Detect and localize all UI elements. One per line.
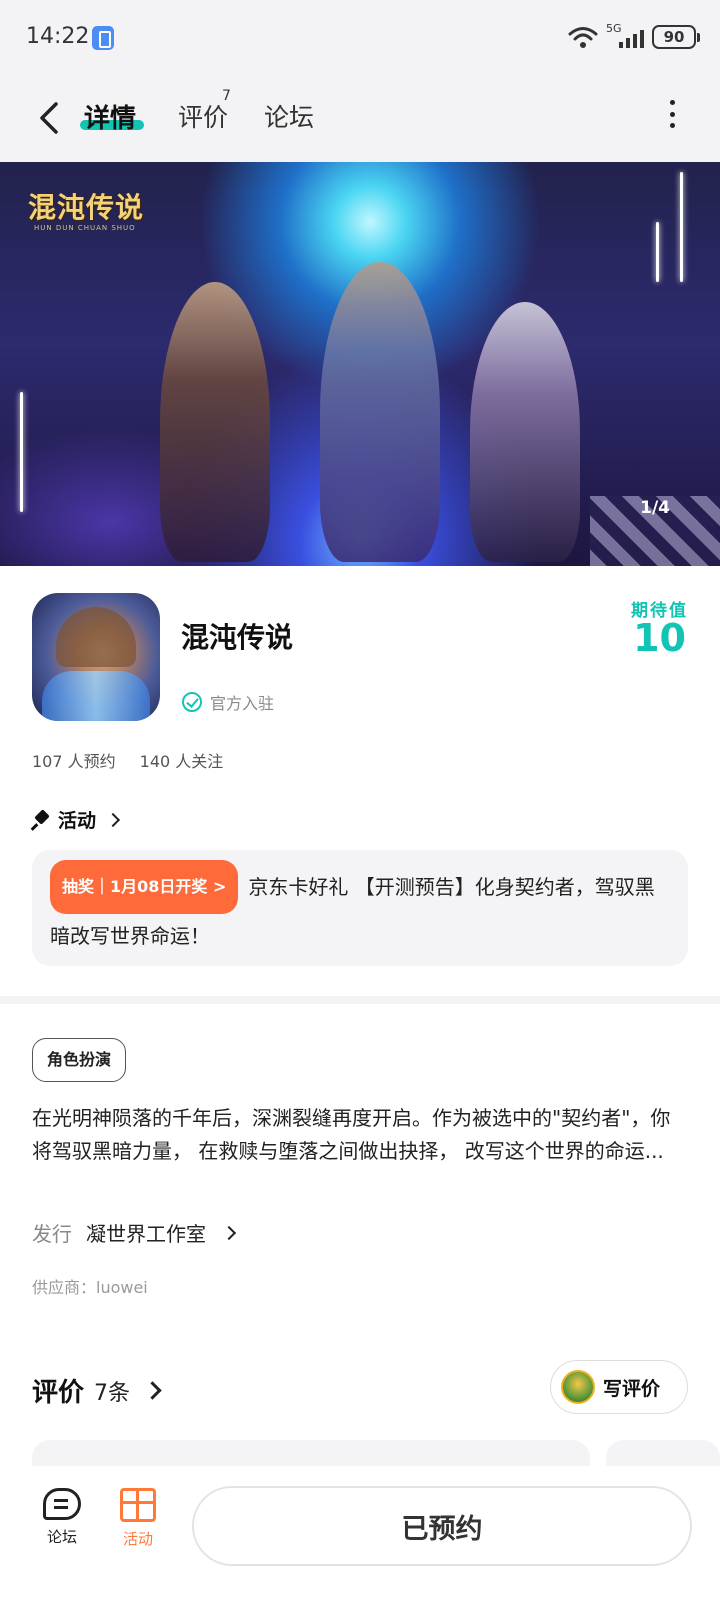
reviews-count: 7条 <box>94 1380 131 1406</box>
lottery-badge: 抽奖｜1月08日开奖 > <box>50 860 239 914</box>
bottom-action-bar: 论坛 活动 已预约 <box>0 1466 720 1612</box>
banner-page-indicator: 1/4 <box>640 498 670 518</box>
wifi-icon <box>568 27 598 48</box>
verified-check-icon <box>182 692 202 712</box>
game-stats: 107 人预约 140 人关注 <box>32 748 223 772</box>
reservation-count: 107 人预约 <box>32 752 116 771</box>
write-review-label: 写评价 <box>603 1377 661 1400</box>
game-logo: 混沌传说 <box>28 191 145 224</box>
banner-character-center <box>320 262 440 562</box>
bottom-forum-label: 论坛 <box>46 1528 77 1546</box>
banner-character-right <box>470 302 580 562</box>
genre-tag[interactable]: 角色扮演 <box>32 1038 127 1082</box>
back-arrow-icon[interactable] <box>34 98 64 138</box>
gift-icon <box>120 1488 156 1522</box>
status-indicators: 5G 90 <box>568 22 700 52</box>
tab-details-label: 详情 <box>84 104 137 134</box>
expectation-value: 10 <box>633 616 686 660</box>
section-divider <box>0 996 720 1004</box>
chevron-right-icon <box>221 1225 237 1240</box>
publisher-label: 发行 <box>32 1222 72 1246</box>
game-description: 在光明神陨落的千年后，深渊裂缝再度开启。作为被选中的"契约者"，你将驾驭黑暗力量… <box>32 1106 671 1163</box>
chevron-right-icon <box>143 1381 162 1400</box>
game-app-icon <box>32 593 160 721</box>
sparkle-decoration <box>680 172 683 282</box>
battery-icon: 90 <box>652 25 700 49</box>
tab-reviews-count: 7 <box>222 88 231 104</box>
publisher-row[interactable]: 发行 凝世界工作室 <box>32 1218 237 1247</box>
tab-reviews[interactable]: 评价 <box>178 98 228 134</box>
banner-character-left <box>160 282 270 562</box>
activity-card[interactable]: 抽奖｜1月08日开奖 > 京东卡好礼 【开测预告】化身契约者，驾驭黑暗改写世界命运… <box>32 850 688 966</box>
official-badge: 官方入驻 <box>182 690 274 714</box>
official-label: 官方入驻 <box>210 694 275 713</box>
chevron-right-icon <box>105 812 121 827</box>
game-logo-subtitle: HUN DUN CHUAN SHUO <box>34 224 136 232</box>
reserved-button[interactable]: 已预约 <box>192 1486 692 1566</box>
reviews-title: 评价 <box>32 1378 85 1408</box>
tab-forum[interactable]: 论坛 <box>264 98 314 134</box>
supplier-info: 供应商：luowei <box>32 1278 148 1297</box>
forum-chat-icon <box>43 1488 81 1520</box>
status-time: 14:22 <box>26 24 90 49</box>
write-review-button[interactable]: 写评价 <box>550 1360 688 1414</box>
activity-section-header[interactable]: 活动 <box>32 806 121 833</box>
more-options-icon[interactable] <box>668 100 676 128</box>
game-title: 混沌传说 <box>181 621 294 654</box>
status-bar: 14:22 5G 90 <box>0 0 720 78</box>
follower-count: 140 人关注 <box>139 752 224 771</box>
app-notification-icon <box>92 26 114 50</box>
banner-carousel[interactable]: 混沌传说 HUN DUN CHUAN SHUO 1/4 <box>0 162 720 566</box>
activity-section-label: 活动 <box>58 810 97 832</box>
pin-icon <box>32 811 50 829</box>
sparkle-decoration <box>20 392 23 512</box>
bottom-activity-label: 活动 <box>122 1530 153 1548</box>
bottom-activity-button[interactable]: 活动 <box>108 1488 168 1549</box>
battery-level: 90 <box>663 28 685 46</box>
sparkle-decoration <box>656 222 659 282</box>
reviews-section-header[interactable]: 评价 7条 <box>32 1372 162 1409</box>
publisher-name: 凝世界工作室 <box>86 1222 206 1246</box>
cellular-signal-icon: 5G <box>606 22 644 50</box>
bottom-forum-button[interactable]: 论坛 <box>32 1488 92 1547</box>
top-nav: 详情 评价 7 论坛 <box>0 78 720 162</box>
user-avatar <box>561 1370 595 1404</box>
tab-details[interactable]: 详情 <box>84 98 136 135</box>
